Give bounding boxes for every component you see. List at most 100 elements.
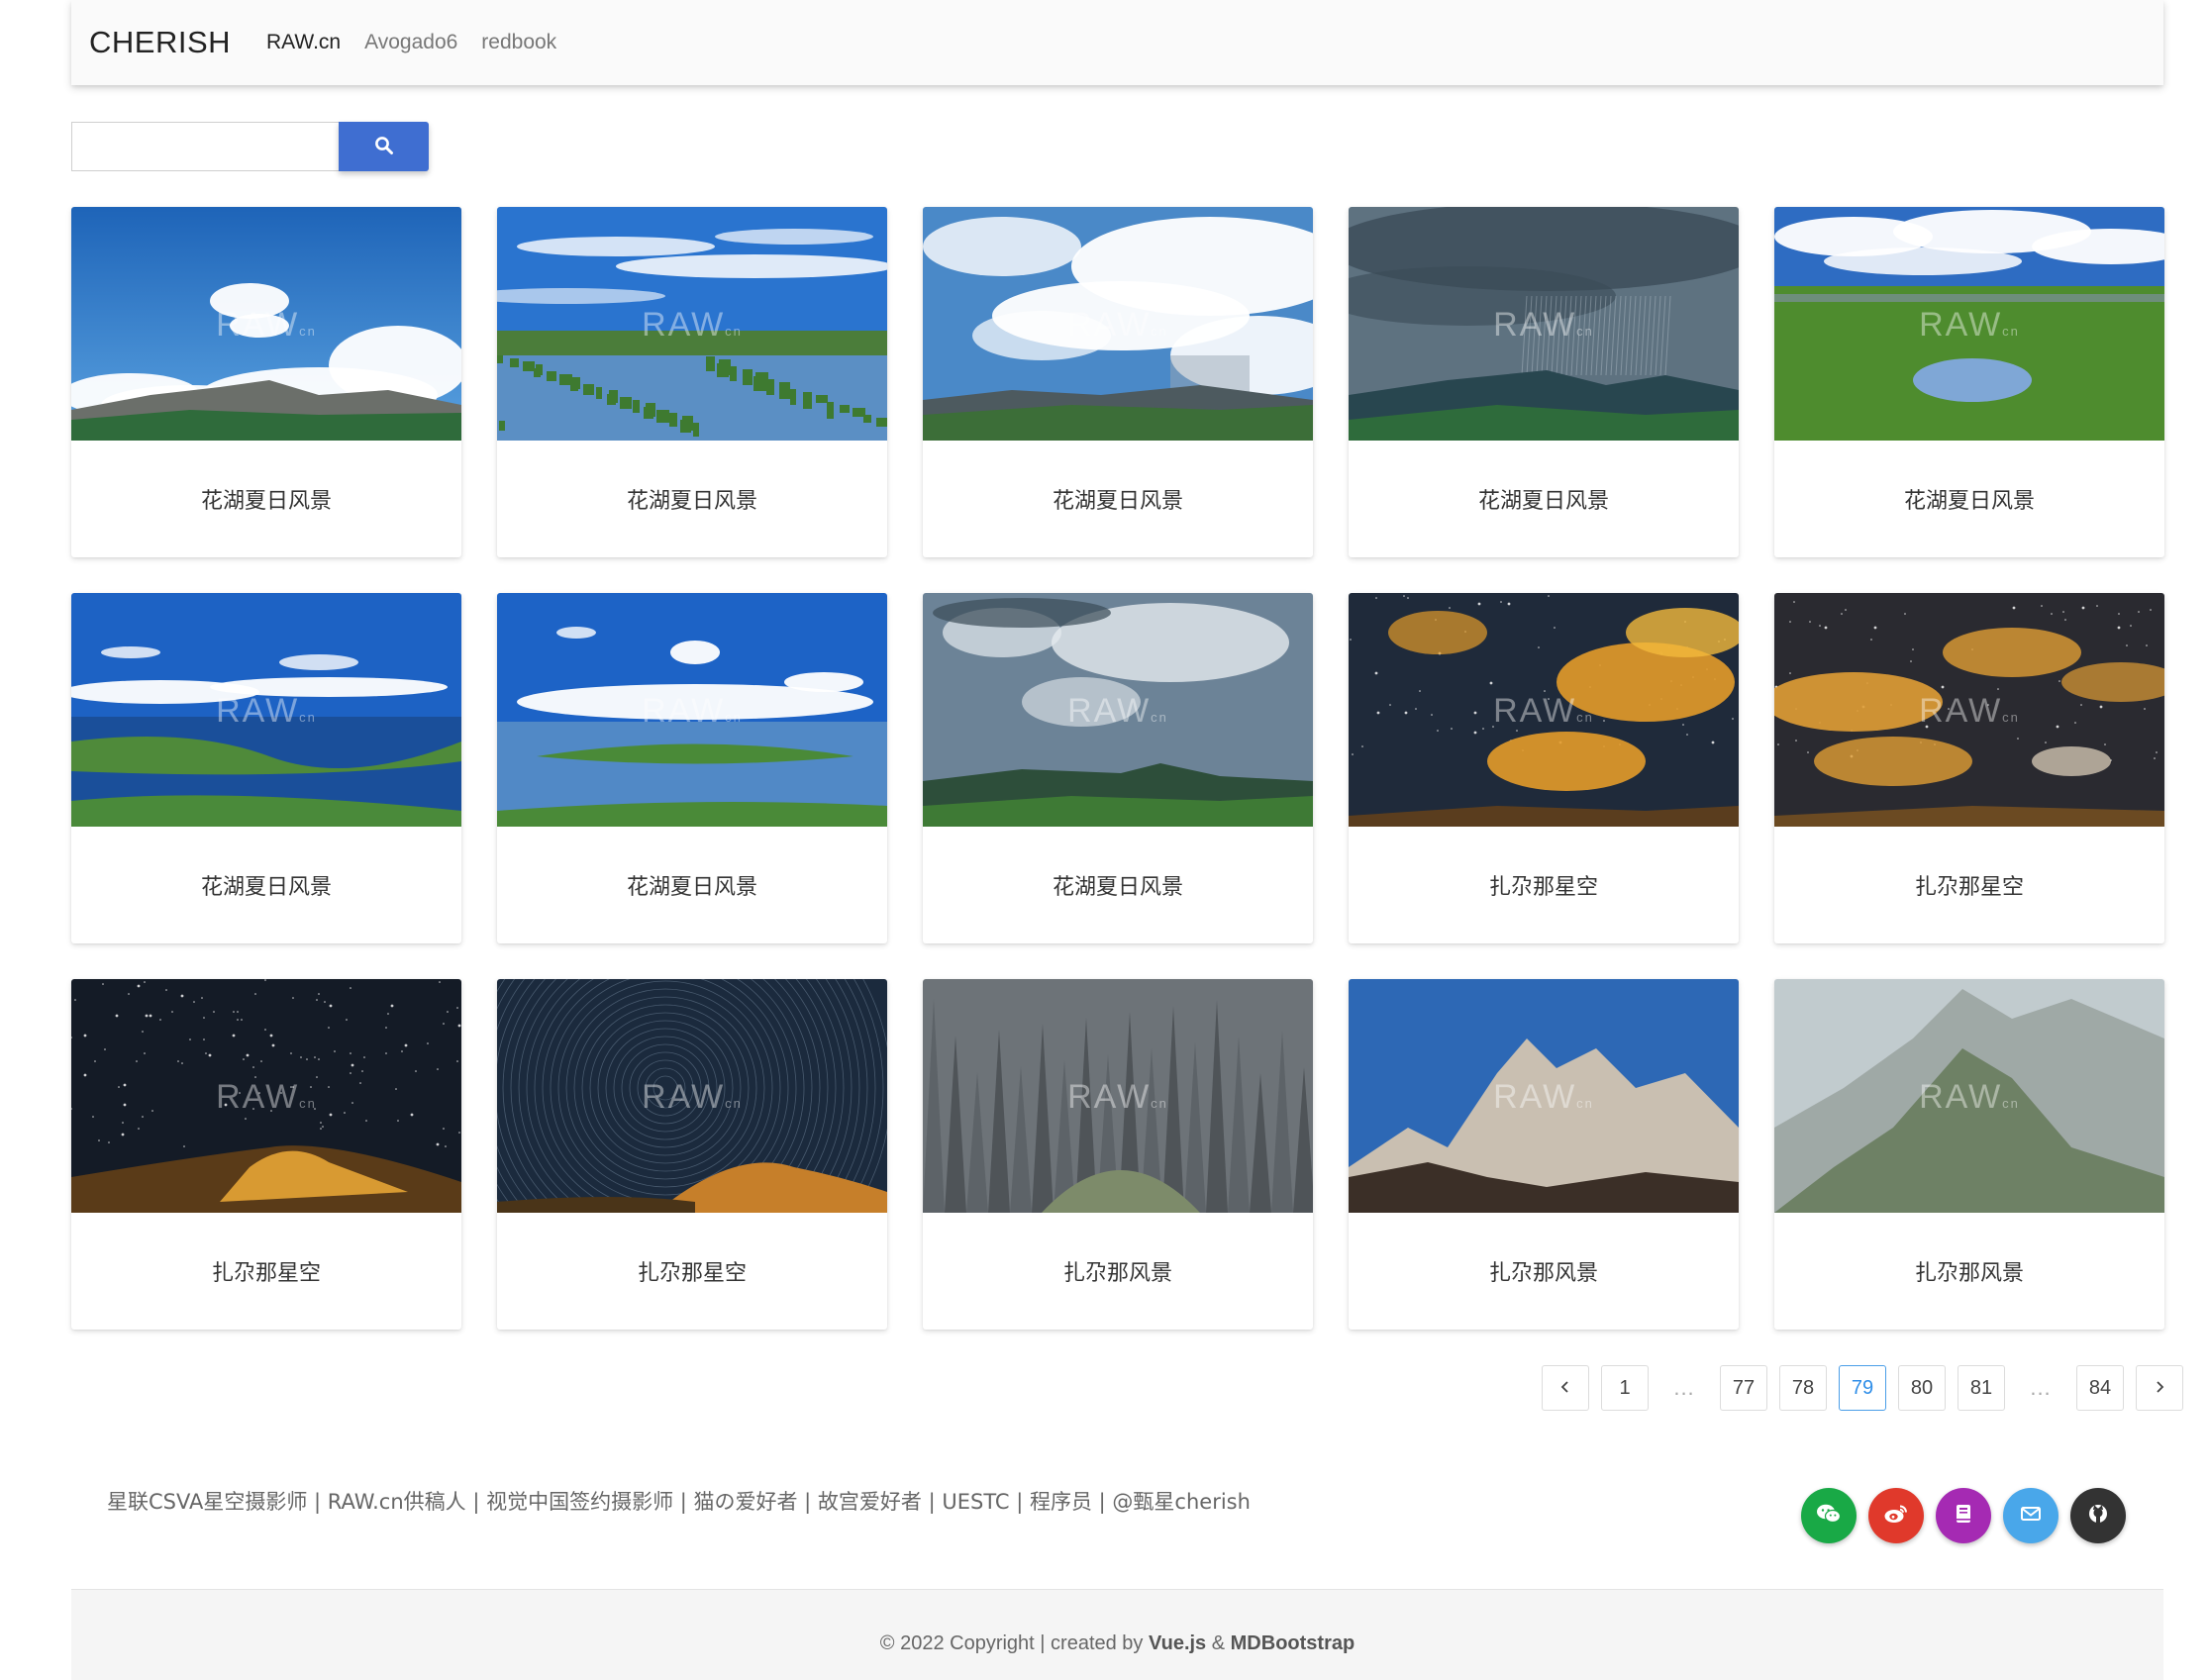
page-button[interactable]: 77 bbox=[1720, 1365, 1767, 1411]
weibo-button[interactable] bbox=[1868, 1488, 1924, 1543]
photo-image[interactable]: RAWcn bbox=[923, 207, 1313, 441]
copyright-text: © 2022 Copyright | created by Vue.js & M… bbox=[71, 1632, 2163, 1655]
prev-page-button[interactable] bbox=[1542, 1365, 1589, 1411]
photo-image[interactable]: RAWcn bbox=[497, 207, 887, 441]
photo-image[interactable]: RAWcn bbox=[1774, 979, 2164, 1213]
mdbootstrap-link[interactable]: MDBootstrap bbox=[1231, 1632, 1356, 1654]
search-button[interactable] bbox=[339, 122, 429, 171]
mail-button[interactable] bbox=[2003, 1488, 2058, 1543]
photo-title: 扎尕那风景 bbox=[1062, 1261, 1172, 1286]
photo-title: 扎尕那风景 bbox=[1914, 1261, 2024, 1286]
next-page-button[interactable] bbox=[2136, 1365, 2183, 1411]
photo-card[interactable]: RAWcn 花湖夏日风景 bbox=[71, 207, 461, 557]
github-icon bbox=[2086, 1502, 2110, 1531]
page-button[interactable]: 81 bbox=[1958, 1365, 2005, 1411]
navbar: CHERISH RAW.cn Avogado6 redbook bbox=[71, 0, 2163, 85]
photo-card[interactable]: RAWcn 扎尕那风景 bbox=[923, 979, 1313, 1330]
raw-watermark: RAWcn bbox=[1919, 306, 2020, 344]
photo-title: 花湖夏日风景 bbox=[626, 489, 757, 514]
social-links bbox=[1801, 1488, 2126, 1543]
photo-card[interactable]: RAWcn 花湖夏日风景 bbox=[1774, 207, 2164, 557]
page-button[interactable]: 84 bbox=[2076, 1365, 2124, 1411]
photo-image[interactable]: RAWcn bbox=[1349, 979, 1739, 1213]
photo-title: 扎尕那风景 bbox=[1488, 1261, 1598, 1286]
raw-watermark: RAWcn bbox=[1493, 1078, 1594, 1116]
photo-card[interactable]: RAWcn 扎尕那星空 bbox=[1774, 593, 2164, 943]
photo-card[interactable]: RAWcn 扎尕那星空 bbox=[1349, 593, 1739, 943]
page-button[interactable]: 1 bbox=[1601, 1365, 1649, 1411]
raw-watermark: RAWcn bbox=[642, 692, 743, 730]
raw-watermark: RAWcn bbox=[1493, 306, 1594, 344]
book-icon bbox=[1955, 1503, 1972, 1530]
wechat-button[interactable] bbox=[1801, 1488, 1857, 1543]
photo-image[interactable]: RAWcn bbox=[497, 979, 887, 1213]
brand-logo[interactable]: CHERISH bbox=[89, 25, 231, 60]
photo-image[interactable]: RAWcn bbox=[923, 593, 1313, 827]
raw-watermark: RAWcn bbox=[1067, 306, 1168, 344]
raw-watermark: RAWcn bbox=[1493, 692, 1594, 730]
photo-title: 扎尕那星空 bbox=[211, 1261, 321, 1286]
photo-image[interactable]: RAWcn bbox=[1349, 593, 1739, 827]
nav-link-redbook[interactable]: redbook bbox=[481, 31, 556, 54]
photo-image[interactable]: RAWcn bbox=[1349, 207, 1739, 441]
photo-card[interactable]: RAWcn 扎尕那风景 bbox=[1349, 979, 1739, 1330]
raw-watermark: RAWcn bbox=[642, 306, 743, 344]
book-button[interactable] bbox=[1936, 1488, 1991, 1543]
photo-card[interactable]: RAWcn 花湖夏日风景 bbox=[1349, 207, 1739, 557]
photo-title: 花湖夏日风景 bbox=[200, 875, 332, 900]
photo-title: 花湖夏日风景 bbox=[1903, 489, 2035, 514]
nav-link-rawcn[interactable]: RAW.cn bbox=[266, 31, 341, 54]
photo-image[interactable]: RAWcn bbox=[71, 207, 461, 441]
copyright-bar: © 2022 Copyright | created by Vue.js & M… bbox=[71, 1590, 2163, 1680]
search-icon bbox=[374, 136, 394, 158]
copyright-prefix: © 2022 Copyright | created by bbox=[879, 1632, 1149, 1654]
photo-card[interactable]: RAWcn 扎尕那星空 bbox=[71, 979, 461, 1330]
vue-link[interactable]: Vue.js bbox=[1149, 1632, 1206, 1654]
raw-watermark: RAWcn bbox=[216, 1078, 317, 1116]
raw-watermark: RAWcn bbox=[642, 1078, 743, 1116]
raw-watermark: RAWcn bbox=[1919, 1078, 2020, 1116]
raw-watermark: RAWcn bbox=[216, 306, 317, 344]
copyright-amp: & bbox=[1206, 1632, 1231, 1654]
page-button[interactable]: 78 bbox=[1779, 1365, 1827, 1411]
pagination: 1 ... 77 78 79 80 81 ... 84 bbox=[1542, 1365, 2183, 1411]
photo-title: 扎尕那星空 bbox=[1914, 875, 2024, 900]
chevron-left-icon bbox=[1558, 1377, 1572, 1400]
github-button[interactable] bbox=[2070, 1488, 2126, 1543]
photo-image[interactable]: RAWcn bbox=[923, 979, 1313, 1213]
photo-title: 扎尕那星空 bbox=[637, 1261, 747, 1286]
search-input[interactable] bbox=[71, 122, 339, 171]
photo-title: 花湖夏日风景 bbox=[200, 489, 332, 514]
raw-watermark: RAWcn bbox=[1067, 1078, 1168, 1116]
photo-image[interactable]: RAWcn bbox=[497, 593, 887, 827]
footer-tagline: 星联CSVA星空摄影师 | RAW.cn供稿人 | 视觉中国签约摄影师 | 猫の… bbox=[107, 1490, 1251, 1514]
photo-image[interactable]: RAWcn bbox=[71, 593, 461, 827]
photo-card[interactable]: RAWcn 花湖夏日风景 bbox=[71, 593, 461, 943]
raw-watermark: RAWcn bbox=[1067, 692, 1168, 730]
photo-image[interactable]: RAWcn bbox=[1774, 207, 2164, 441]
photo-card[interactable]: RAWcn 花湖夏日风景 bbox=[923, 207, 1313, 557]
photo-title: 花湖夏日风景 bbox=[626, 875, 757, 900]
photo-image[interactable]: RAWcn bbox=[71, 979, 461, 1213]
photo-card[interactable]: RAWcn 扎尕那风景 bbox=[1774, 979, 2164, 1330]
wechat-icon bbox=[1816, 1503, 1842, 1530]
photo-title: 扎尕那星空 bbox=[1488, 875, 1598, 900]
page-button-current[interactable]: 79 bbox=[1839, 1365, 1886, 1411]
photo-card[interactable]: RAWcn 花湖夏日风景 bbox=[497, 593, 887, 943]
raw-watermark: RAWcn bbox=[216, 692, 317, 730]
mail-icon bbox=[2020, 1505, 2042, 1528]
photo-card[interactable]: RAWcn 扎尕那星空 bbox=[497, 979, 887, 1330]
photo-title: 花湖夏日风景 bbox=[1052, 489, 1183, 514]
photo-title: 花湖夏日风景 bbox=[1477, 489, 1609, 514]
photo-grid: RAWcn 花湖夏日风景 RAWcn 花湖夏日风景 RAWcn 花湖夏日风景 RAWc… bbox=[71, 207, 2164, 1330]
weibo-icon bbox=[1883, 1503, 1909, 1530]
nav-link-avogado6[interactable]: Avogado6 bbox=[364, 31, 457, 54]
chevron-right-icon bbox=[2153, 1377, 2166, 1400]
photo-card[interactable]: RAWcn 花湖夏日风景 bbox=[497, 207, 887, 557]
page-ellipsis: ... bbox=[2030, 1375, 2052, 1400]
page-button[interactable]: 80 bbox=[1898, 1365, 1946, 1411]
photo-image[interactable]: RAWcn bbox=[1774, 593, 2164, 827]
raw-watermark: RAWcn bbox=[1919, 692, 2020, 730]
page-ellipsis: ... bbox=[1673, 1375, 1695, 1400]
photo-card[interactable]: RAWcn 花湖夏日风景 bbox=[923, 593, 1313, 943]
